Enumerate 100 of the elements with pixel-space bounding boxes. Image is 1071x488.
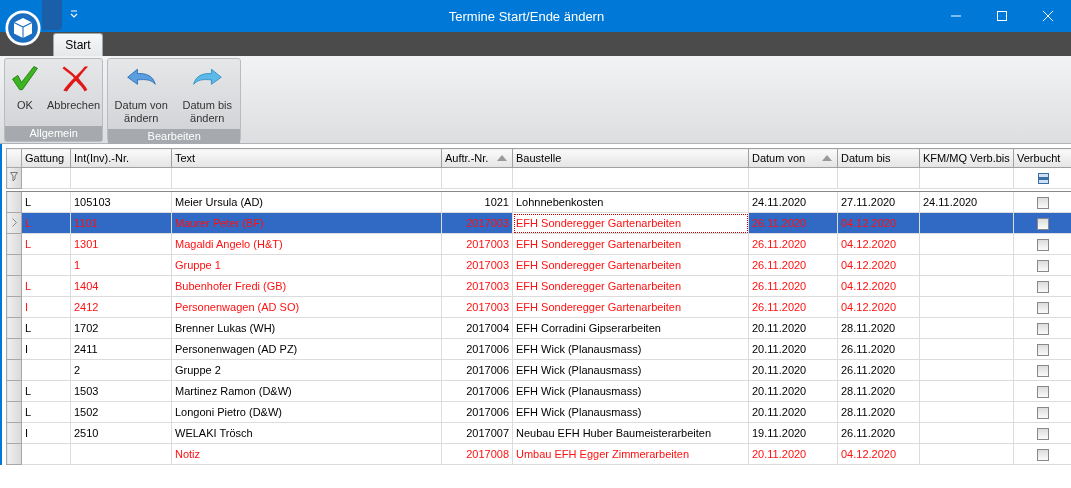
table-cell: Neubau EFH Huber Baumeisterarbeiten — [512, 422, 749, 444]
column-header[interactable]: KFM/MQ Verb.bis — [919, 148, 1014, 168]
table-cell: 20.11.2020 — [748, 401, 838, 423]
table-cell: Longoni Pietro (D&W) — [171, 401, 442, 423]
filter-cell[interactable] — [70, 167, 172, 189]
table-cell: I — [21, 296, 71, 318]
table-cell — [21, 443, 71, 465]
row-header[interactable] — [6, 422, 22, 444]
column-header[interactable]: Gattung — [21, 148, 71, 168]
date-from-button[interactable]: Datum von ändern — [108, 61, 175, 127]
table-cell: EFH Wick (Planausmass) — [512, 401, 749, 423]
table-cell: 26.11.2020 — [748, 275, 838, 297]
checkbox[interactable] — [1037, 364, 1049, 377]
table-cell: EFH Sonderegger Gartenarbeiten — [512, 275, 749, 297]
row-header[interactable] — [6, 380, 22, 402]
table-cell: 2017006 — [441, 338, 513, 360]
checkbox[interactable] — [1037, 301, 1049, 314]
table-cell: EFH Wick (Planausmass) — [512, 359, 749, 381]
row-header[interactable] — [6, 233, 22, 255]
checkbox[interactable] — [1037, 427, 1049, 440]
filter-cell[interactable] — [21, 167, 71, 189]
table-cell: L — [21, 275, 71, 297]
checkbox[interactable] — [1037, 238, 1049, 251]
checkbox[interactable] — [1037, 259, 1049, 272]
date-to-button[interactable]: Datum bis ändern — [174, 61, 241, 127]
table-cell: L — [21, 380, 71, 402]
filter-cell[interactable] — [512, 167, 749, 189]
table-cell: 26.11.2020 — [837, 359, 920, 381]
table-cell: Magaldi Angelo (H&T) — [171, 233, 442, 255]
table-cell: 26.11.2020 — [748, 296, 838, 318]
column-header[interactable]: Baustelle — [512, 148, 749, 168]
table-cell: 2017006 — [441, 359, 513, 381]
table-cell: EFH Wick (Planausmass) — [512, 338, 749, 360]
table-cell: EFH Wick (Planausmass) — [512, 380, 749, 402]
table-cell: 28.11.2020 — [837, 401, 920, 423]
filter-cell[interactable] — [919, 167, 1014, 189]
filter-cell[interactable] — [441, 167, 513, 189]
table-cell: Notiz — [171, 443, 442, 465]
table-cell: 2017003 — [441, 254, 513, 276]
table-cell: 04.12.2020 — [837, 254, 920, 276]
ok-button[interactable]: OK — [5, 61, 45, 124]
row-header[interactable] — [6, 254, 22, 276]
table-cell: 28.11.2020 — [837, 317, 920, 339]
column-header[interactable]: Verbucht — [1013, 148, 1071, 168]
group-label: Allgemein — [5, 126, 103, 141]
checkbox[interactable] — [1037, 385, 1049, 398]
table-cell: Bubenhofer Fredi (GB) — [171, 275, 442, 297]
table-cell: 27.11.2020 — [837, 191, 920, 213]
checkbox[interactable] — [1037, 322, 1049, 335]
row-header[interactable] — [6, 275, 22, 297]
table-cell: 2510 — [70, 422, 172, 444]
column-header[interactable]: Datum von — [748, 148, 838, 168]
table-cell: 26.11.2020 — [837, 422, 920, 444]
row-header[interactable] — [6, 296, 22, 318]
row-header[interactable] — [6, 338, 22, 360]
column-header[interactable]: Text — [171, 148, 442, 168]
checkbox[interactable] — [1037, 343, 1049, 356]
table-cell: Martinez Ramon (D&W) — [171, 380, 442, 402]
current-row-icon — [11, 218, 17, 227]
table-cell — [21, 359, 71, 381]
checkbox[interactable] — [1037, 448, 1049, 461]
filter-checkbox[interactable] — [1037, 173, 1049, 185]
table-cell: Umbau EFH Egger Zimmerarbeiten — [512, 443, 749, 465]
column-header[interactable]: Datum bis — [837, 148, 920, 168]
ribbon-tab[interactable]: Start — [53, 33, 103, 56]
row-header[interactable] — [6, 401, 22, 423]
row-header[interactable] — [6, 359, 22, 381]
table-cell: 20.11.2020 — [748, 380, 838, 402]
table-cell: 2017003 — [441, 296, 513, 318]
column-header[interactable]: Int(Inv).-Nr. — [70, 148, 172, 168]
quick-access-menu-icon[interactable] — [70, 10, 78, 18]
checkbox[interactable] — [1037, 280, 1049, 293]
cancel-button[interactable]: Abbrechen — [45, 61, 103, 124]
row-header[interactable] — [6, 212, 22, 234]
column-header[interactable]: Auftr.-Nr. — [441, 148, 513, 168]
table-cell: EFH Sonderegger Gartenarbeiten — [512, 296, 749, 318]
table-cell: 1503 — [70, 380, 172, 402]
table-cell: EFH Sonderegger Gartenarbeiten — [512, 254, 749, 276]
table-cell: 1404 — [70, 275, 172, 297]
checkbox[interactable] — [1037, 196, 1049, 209]
table-cell: 1021 — [441, 191, 513, 213]
row-header[interactable] — [6, 317, 22, 339]
table-cell: L — [21, 401, 71, 423]
table-cell: 04.12.2020 — [837, 443, 920, 465]
table-cell: 2017007 — [441, 422, 513, 444]
window-title: Termine Start/Ende ändern — [447, 8, 606, 24]
table-cell: EFH Corradini Gipserarbeiten — [512, 317, 749, 339]
filter-cell[interactable] — [748, 167, 838, 189]
table-cell: I — [21, 422, 71, 444]
table-cell: 19.11.2020 — [748, 422, 838, 444]
row-header[interactable] — [6, 191, 22, 213]
table-cell: 24.11.2020 — [748, 191, 838, 213]
table-cell: 2017008 — [441, 443, 513, 465]
filter-cell[interactable] — [837, 167, 920, 189]
checkbox[interactable] — [1037, 217, 1049, 230]
checkbox[interactable] — [1037, 406, 1049, 419]
table-cell: 20.11.2020 — [748, 359, 838, 381]
filter-cell[interactable] — [171, 167, 442, 189]
table-cell: 2017006 — [441, 380, 513, 402]
row-header[interactable] — [6, 443, 22, 465]
